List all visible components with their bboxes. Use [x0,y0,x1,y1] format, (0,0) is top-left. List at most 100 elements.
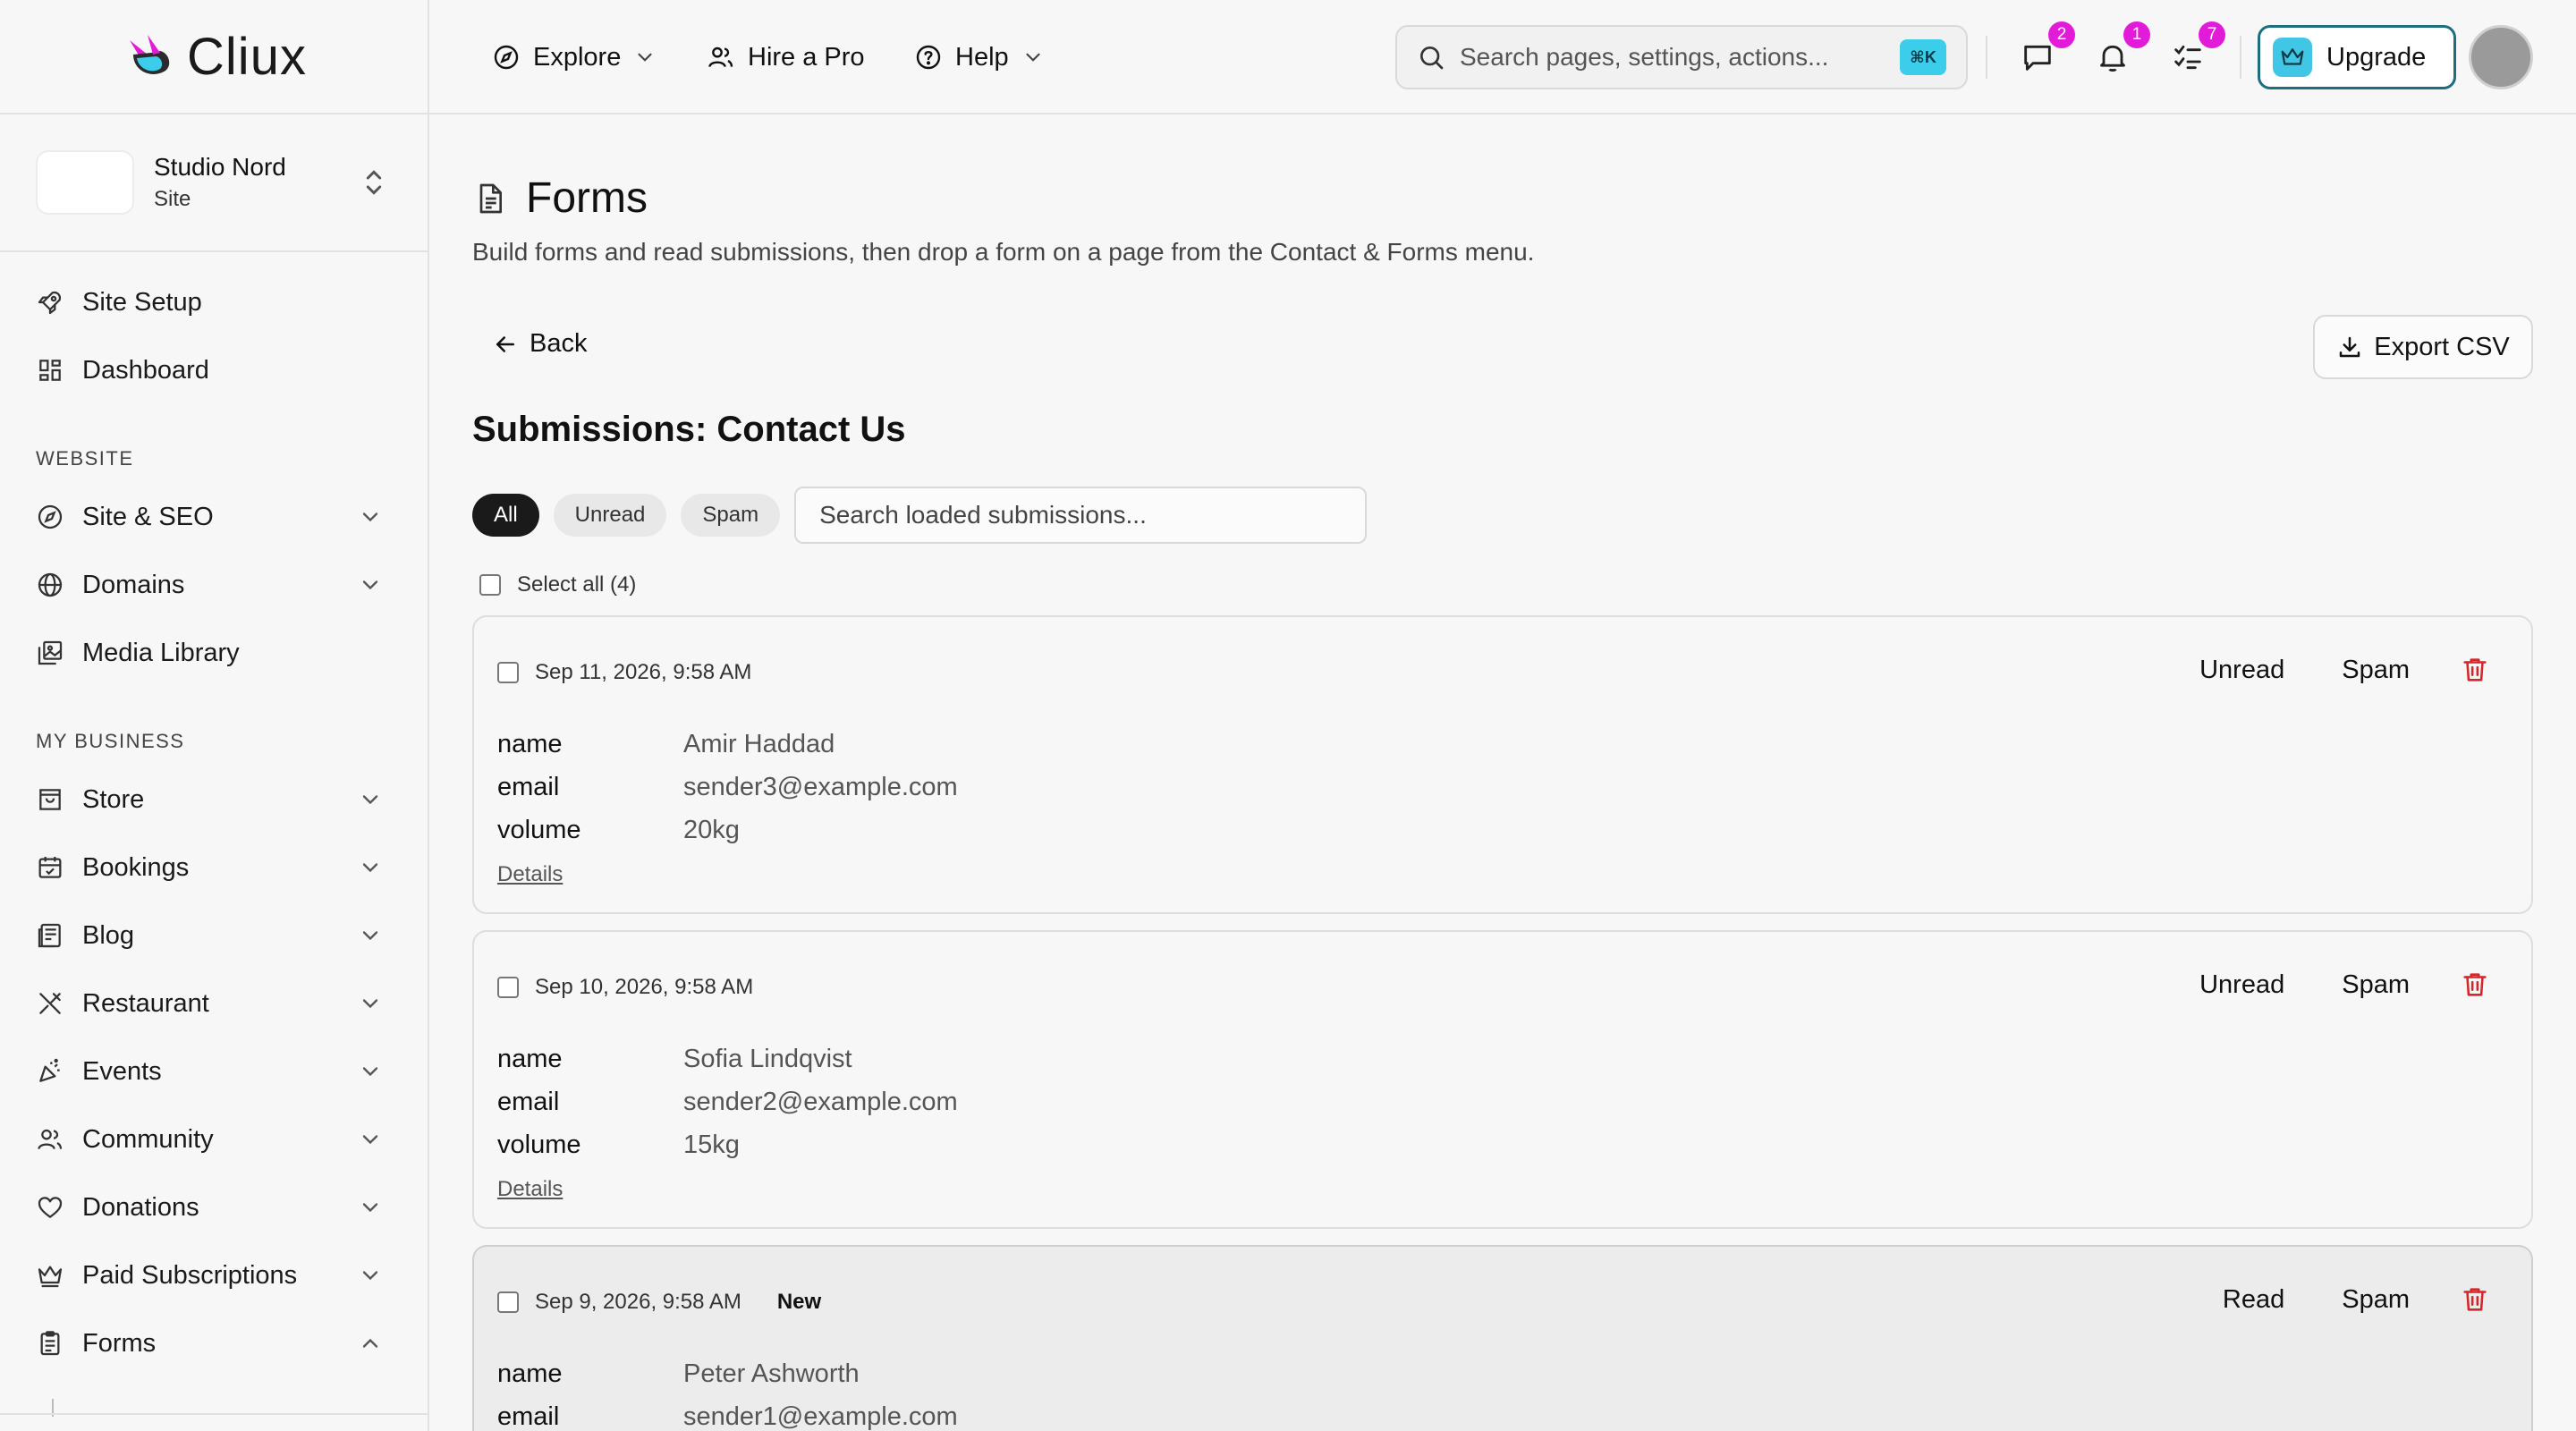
mark-spam-button[interactable]: Spam [2342,1285,2410,1315]
submissions-search-input[interactable] [794,487,1368,544]
filter-all[interactable]: All [472,494,539,537]
search-icon [1417,43,1445,72]
sidebar-item-label: Paid Subscriptions [82,1260,298,1290]
trash-icon[interactable] [2460,655,2490,685]
blog-icon [36,921,64,950]
details-link[interactable]: Details [497,1177,563,1202]
submission-date: Sep 11, 2026, 9:58 AM [535,660,752,684]
submission-fields: name Sofia Lindqvist email sender2@example… [497,1037,958,1166]
chevron-down-icon [358,1263,383,1288]
messages-badge: 2 [2048,21,2075,48]
sidebar-item-label: Store [82,784,145,814]
back-label: Back [530,329,588,358]
mark-unread-button[interactable]: Unread [2199,970,2284,1000]
submission-card: Sep 11, 2026, 9:58 AM Unread Spam name Am… [472,615,2533,914]
submission-checkbox[interactable] [497,662,519,683]
sidebar-item-media-library[interactable]: Media Library [0,619,428,687]
mark-spam-button[interactable]: Spam [2342,656,2410,685]
submission-checkbox[interactable] [497,1291,519,1313]
chevron-down-icon [358,855,383,880]
explore-label: Explore [533,42,622,72]
submission-card: Sep 9, 2026, 9:58 AM New Read Spam name P… [472,1245,2533,1431]
trash-icon[interactable] [2460,1284,2490,1315]
sidebar-item-dashboard[interactable]: Dashboard [0,336,428,404]
sidebar-item-label: Dashboard [82,355,209,385]
topbar: Explore Hire a Pro Help ⌘K 2 1 7 Upgrade [429,0,2576,114]
sidebar: Cliux Studio Nord Site Site Setup Dashbo… [0,0,429,1431]
divider [1986,36,1987,79]
field-key: name [497,1359,563,1388]
crown-icon [2273,38,2312,77]
sidebar-item-events[interactable]: Events [0,1037,428,1105]
download-icon [2336,334,2363,360]
field-key: name [497,729,563,758]
filter-unread[interactable]: Unread [553,494,667,537]
help-menu[interactable]: Help [914,39,1045,75]
upgrade-button[interactable]: Upgrade [2258,25,2456,89]
tasks-button[interactable]: 7 [2170,21,2225,75]
chat-icon [2020,39,2055,75]
brand-logo-icon [121,28,178,85]
arrow-left-icon [492,331,519,358]
submission-checkbox[interactable] [497,977,519,998]
compass-icon [36,503,64,531]
site-switcher[interactable]: Studio Nord Site [0,114,428,252]
chevron-up-down-icon [356,165,392,200]
sidebar-item-label: Domains [82,570,185,599]
document-icon [472,181,508,216]
site-thumbnail [36,150,134,215]
checklist-icon [2170,39,2206,75]
back-button[interactable]: Back [492,329,587,359]
sidebar-item-domains[interactable]: Domains [0,551,428,619]
global-search[interactable]: ⌘K [1395,25,1968,89]
field-value: Peter Ashworth [683,1359,860,1388]
mark-read-button[interactable]: Read [2223,1285,2284,1315]
hire-a-pro-link[interactable]: Hire a Pro [707,39,865,75]
submissions-title: Submissions: Contact Us [472,410,906,449]
sidebar-item-site-seo[interactable]: Site & SEO [0,483,428,551]
sidebar-item-label: Events [82,1056,162,1086]
search-input[interactable] [1460,43,1900,72]
messages-button[interactable]: 2 [2020,21,2075,75]
sidebar-item-forms[interactable]: Forms [0,1309,428,1377]
explore-menu[interactable]: Explore [492,39,657,75]
trash-icon[interactable] [2460,970,2490,1000]
page-title: Forms [472,174,648,223]
chevron-down-icon [358,1195,383,1220]
select-all[interactable]: Select all (4) [479,572,636,597]
select-all-checkbox[interactable] [479,574,501,596]
sidebar-item-paid-subscriptions[interactable]: Paid Subscriptions [0,1241,428,1309]
sidebar-item-donations[interactable]: Donations [0,1173,428,1241]
sidebar-item-store[interactable]: Store [0,766,428,834]
tasks-badge: 7 [2199,21,2225,48]
sidebar-item-label: Donations [82,1192,199,1222]
section-title-website: WEBSITE [36,447,134,470]
sidebar-item-blog[interactable]: Blog [0,902,428,970]
notifications-button[interactable]: 1 [2095,21,2150,75]
chevron-down-icon [358,991,383,1016]
field-key: email [497,1401,560,1431]
mark-spam-button[interactable]: Spam [2342,970,2410,1000]
filter-spam[interactable]: Spam [681,494,781,537]
sidebar-item-bookings[interactable]: Bookings [0,834,428,902]
select-all-label: Select all (4) [517,572,637,597]
sidebar-item-restaurant[interactable]: Restaurant [0,970,428,1037]
page-subtitle: Build forms and read submissions, then d… [472,238,1535,266]
details-link[interactable]: Details [497,862,563,887]
logo[interactable]: Cliux [0,0,428,114]
sidebar-item-community[interactable]: Community [0,1105,428,1173]
submission-filters: All Unread Spam [472,487,1368,544]
submission-card: Sep 10, 2026, 9:58 AM Unread Spam name So… [472,930,2533,1229]
field-value: sender1@example.com [683,1401,958,1431]
chevron-down-icon [358,923,383,948]
sidebar-item-site-setup[interactable]: Site Setup [0,268,428,336]
mark-unread-button[interactable]: Unread [2199,656,2284,685]
media-icon [36,639,64,667]
field-value: 15kg [683,1130,740,1159]
user-avatar[interactable] [2469,25,2533,89]
export-csv-button[interactable]: Export CSV [2313,315,2533,379]
sidebar-item-label: Community [82,1124,214,1154]
party-icon [36,1057,64,1086]
field-value: 20kg [683,815,740,844]
chevron-down-icon [358,1059,383,1084]
